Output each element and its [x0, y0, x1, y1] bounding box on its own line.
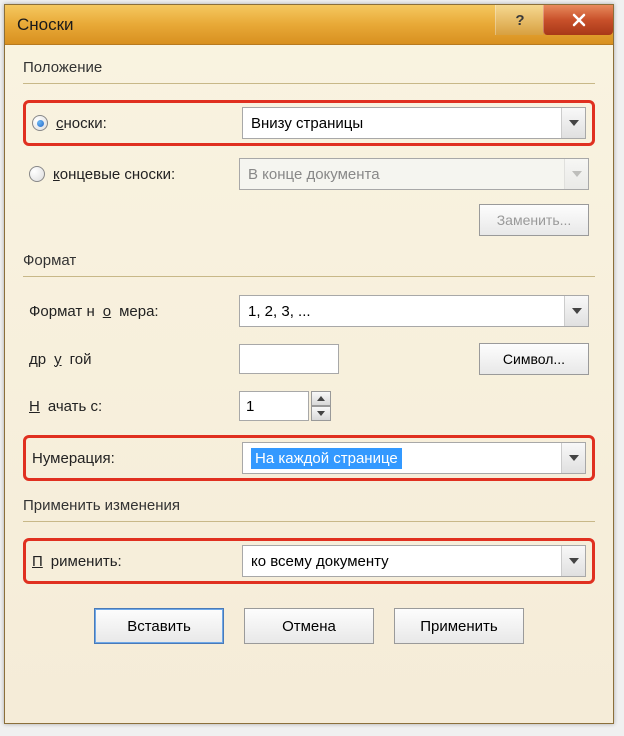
- chevron-down-icon: [561, 443, 585, 473]
- combo-apply-to-value: ко всему документу: [251, 553, 389, 570]
- label-endnotes: концевые сноски:: [53, 166, 175, 183]
- spinner-down-button[interactable]: [311, 406, 331, 421]
- combo-number-format-value: 1, 2, 3, ...: [248, 303, 311, 320]
- input-custom-mark[interactable]: [239, 344, 339, 374]
- apply-button[interactable]: Применить: [394, 608, 524, 644]
- titlebar[interactable]: Сноски ?: [5, 5, 613, 45]
- label-footnotes: ссноски:носки:: [56, 115, 107, 132]
- convert-button: Заменить...: [479, 204, 589, 236]
- row-numbering: Нумерация: На каждой странице: [23, 435, 595, 481]
- combo-number-format[interactable]: 1, 2, 3, ...: [239, 295, 589, 327]
- row-footnotes: ссноски:носки: Внизу страницы: [23, 100, 595, 146]
- cancel-button[interactable]: Отмена: [244, 608, 374, 644]
- group-apply-label: Применить изменения: [23, 497, 595, 514]
- input-start-at[interactable]: [239, 391, 309, 421]
- group-apply: Применить изменения Применить: ко всему …: [23, 497, 595, 584]
- spinner-start-at[interactable]: [239, 391, 331, 421]
- row-apply-to: Применить: ко всему документу: [23, 538, 595, 584]
- help-icon: ?: [513, 12, 527, 28]
- radio-footnotes[interactable]: [32, 115, 48, 131]
- combo-numbering[interactable]: На каждой странице: [242, 442, 586, 474]
- symbol-button[interactable]: Символ...: [479, 343, 589, 375]
- combo-footnotes-value: Внизу страницы: [251, 115, 363, 132]
- spinner-up-button[interactable]: [311, 391, 331, 406]
- combo-numbering-value: На каждой странице: [251, 448, 402, 469]
- radio-endnotes[interactable]: [29, 166, 45, 182]
- svg-text:?: ?: [515, 12, 524, 28]
- label-start-at: Начать с:: [29, 398, 239, 415]
- row-start-at: Начать с:: [23, 389, 595, 423]
- chevron-down-icon: [561, 546, 585, 576]
- close-button[interactable]: [543, 5, 613, 35]
- label-numbering: Нумерация:: [32, 450, 242, 467]
- row-custom-mark: другой Символ...: [23, 341, 595, 377]
- row-endnotes: концевые сноски: В конце документа: [23, 156, 595, 192]
- insert-button[interactable]: Вставить: [94, 608, 224, 644]
- group-format: Формат Формат номера: 1, 2, 3, ... друго…: [23, 252, 595, 481]
- chevron-down-icon: [561, 108, 585, 138]
- window-title: Сноски: [17, 15, 495, 35]
- label-number-format: Формат номера:: [29, 303, 239, 320]
- chevron-down-icon: [564, 159, 588, 189]
- group-format-label: Формат: [23, 252, 595, 269]
- label-apply-to: Применить:: [32, 553, 242, 570]
- close-icon: [571, 12, 587, 28]
- chevron-down-icon: [564, 296, 588, 326]
- chevron-up-icon: [317, 396, 325, 401]
- help-button[interactable]: ?: [495, 5, 543, 35]
- group-position-label: Положение: [23, 59, 595, 76]
- dialog-buttons: Вставить Отмена Применить: [23, 608, 595, 644]
- chevron-down-icon: [317, 411, 325, 416]
- dialog-window: Сноски ? Положение ссноски:носки: Вн: [4, 4, 614, 724]
- combo-endnotes-position: В конце документа: [239, 158, 589, 190]
- combo-apply-to[interactable]: ко всему документу: [242, 545, 586, 577]
- combo-footnotes-position[interactable]: Внизу страницы: [242, 107, 586, 139]
- group-position: Положение ссноски:носки: Внизу страницы: [23, 59, 595, 236]
- combo-endnotes-value: В конце документа: [248, 166, 380, 183]
- label-custom-mark: другой: [29, 351, 239, 368]
- row-number-format: Формат номера: 1, 2, 3, ...: [23, 293, 595, 329]
